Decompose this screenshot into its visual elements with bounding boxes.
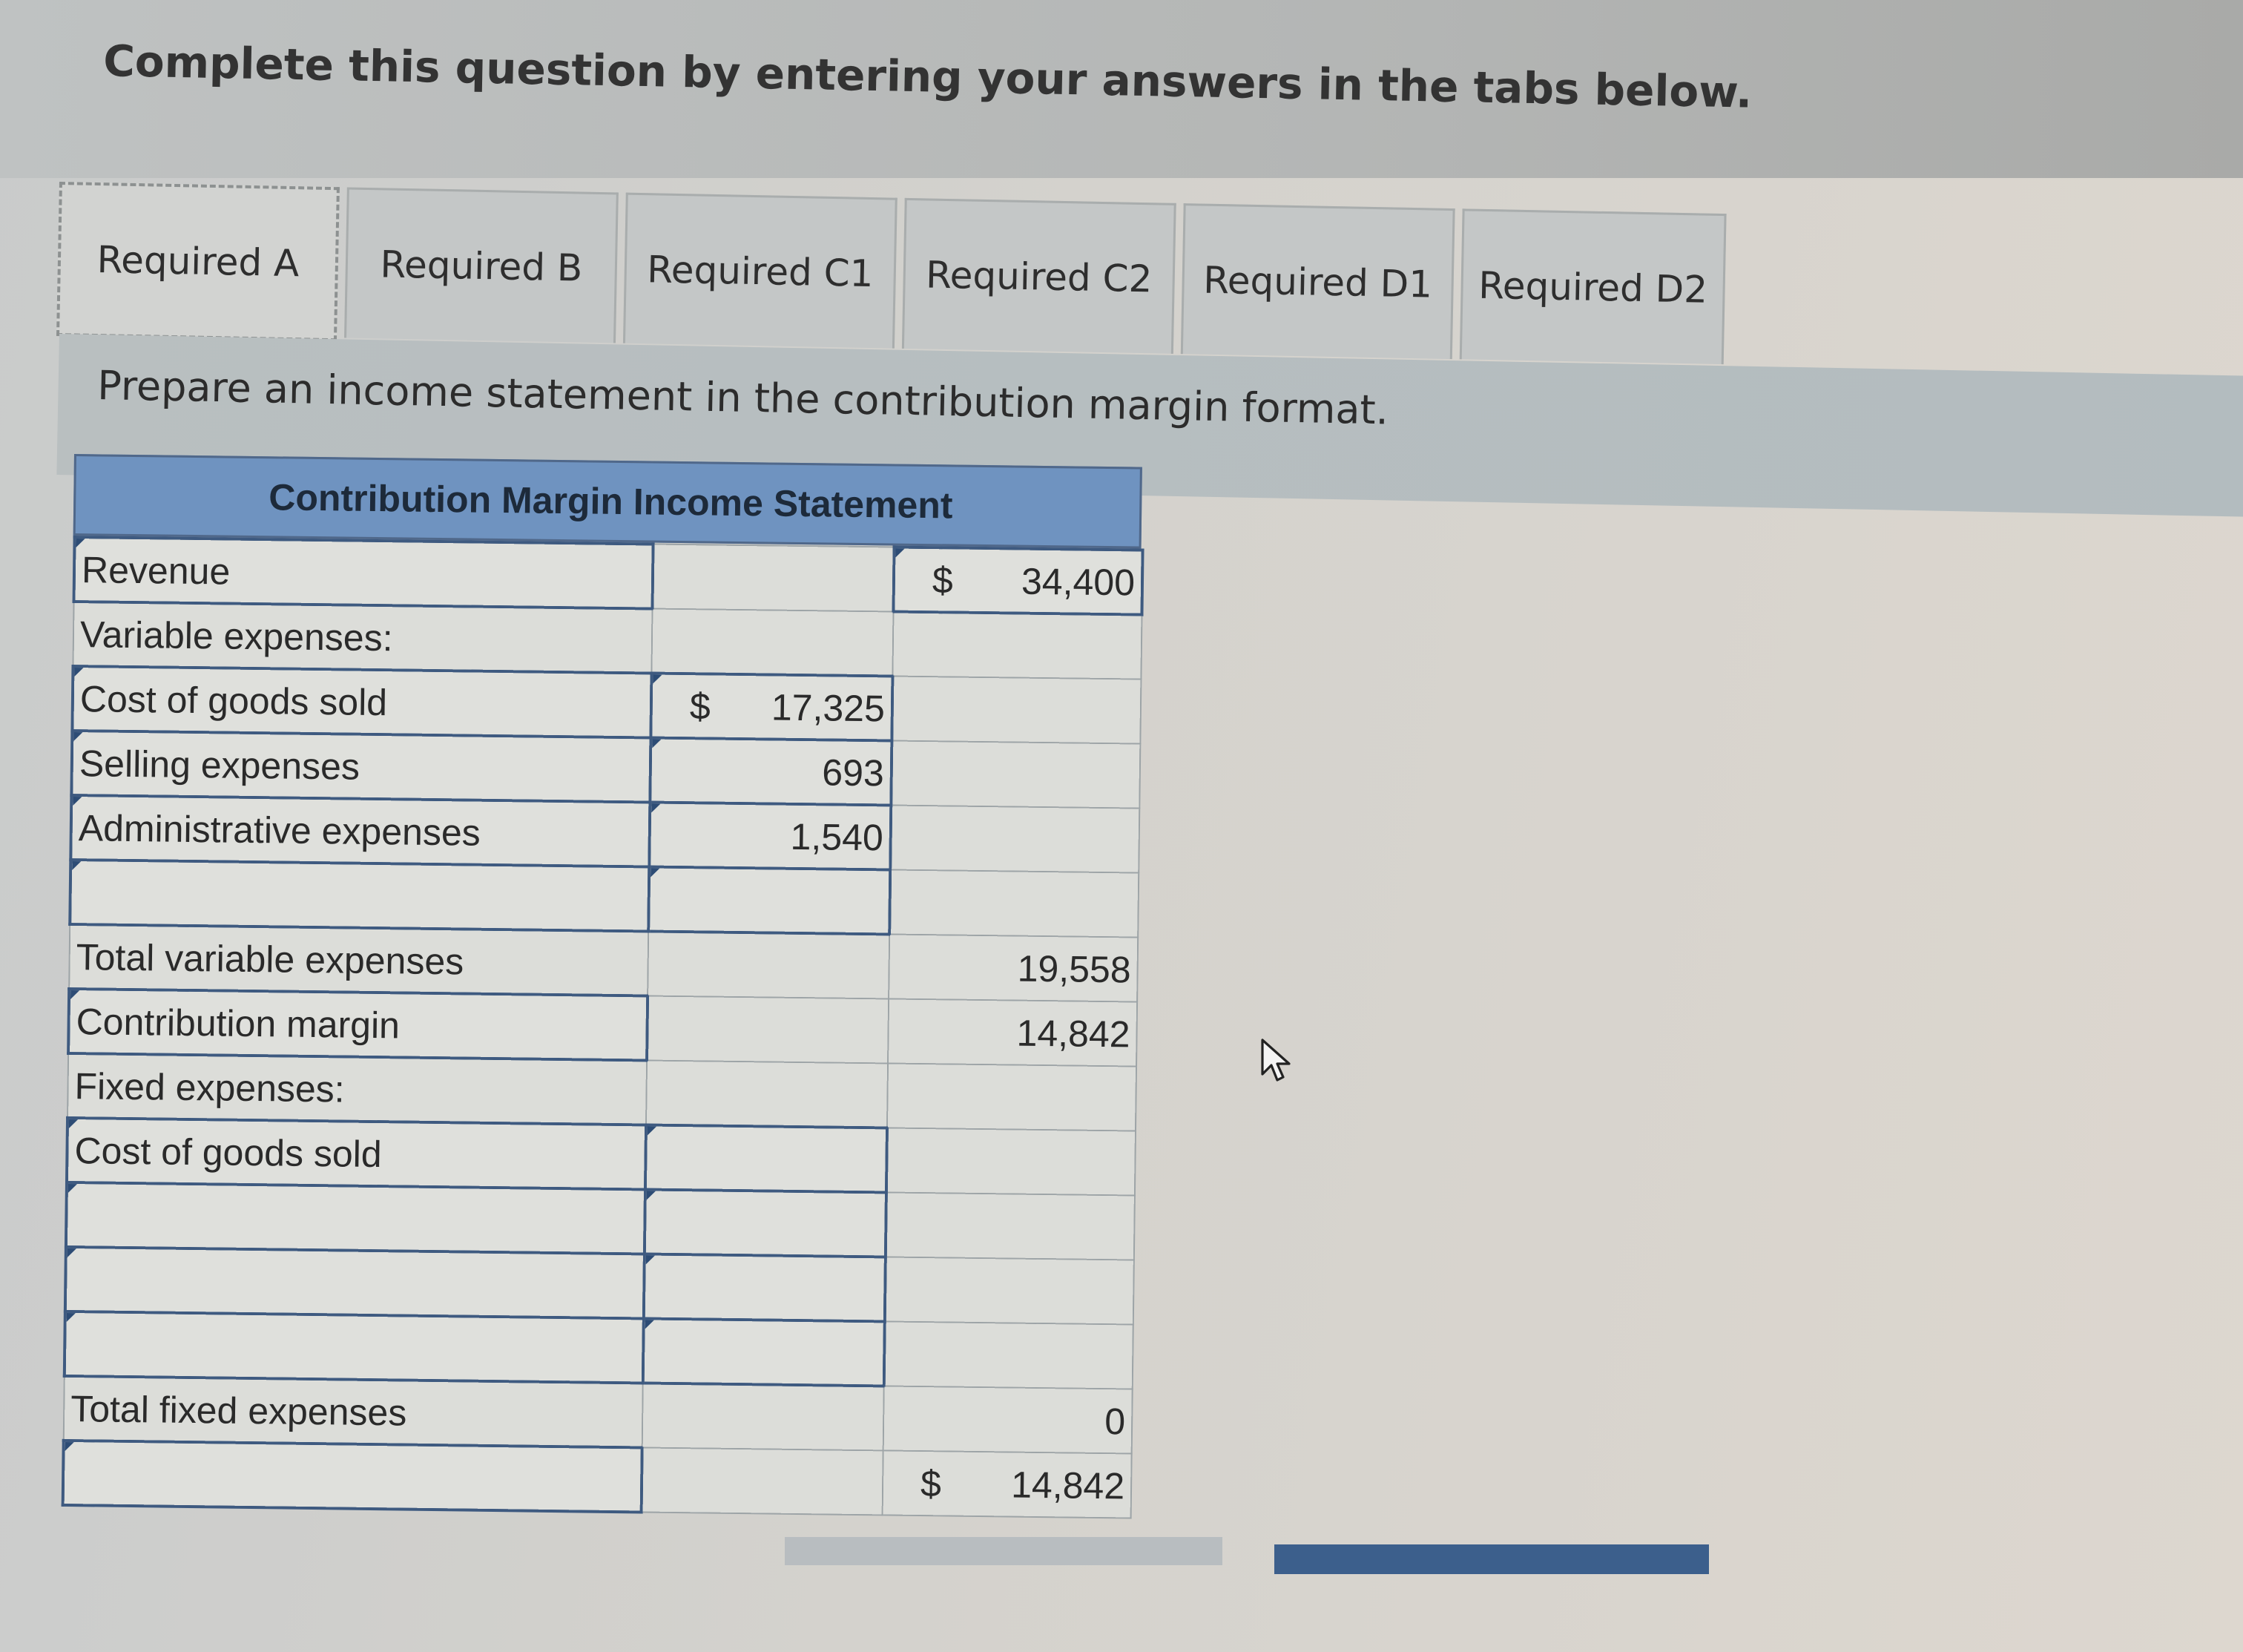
- amount-cell: [891, 740, 1141, 809]
- amount-cell: [647, 996, 889, 1064]
- mouse-pointer-icon: [1261, 1039, 1291, 1082]
- dollar-sign: $: [932, 559, 954, 601]
- amount-cell: [884, 1257, 1134, 1325]
- row-label: Variable expenses:: [73, 602, 653, 674]
- row-label: Total fixed expenses: [63, 1375, 643, 1448]
- amount-value: 17,325: [771, 686, 886, 729]
- amount-value: 14,842: [1010, 1464, 1125, 1507]
- amount-cell: [646, 1060, 889, 1128]
- amount-cell: [648, 931, 890, 999]
- amount-cell: [885, 1192, 1135, 1260]
- row-label-input[interactable]: Selling expenses: [71, 730, 651, 803]
- dollar-sign: $: [689, 685, 711, 728]
- row-label-input[interactable]: [62, 1440, 642, 1513]
- income-statement: Contribution Margin Income Statement Rev…: [62, 454, 1144, 1520]
- amount-input[interactable]: [644, 1189, 886, 1257]
- amount-cell: [892, 611, 1142, 679]
- tab-required-d2[interactable]: Required D2: [1459, 208, 1727, 365]
- amount-cell: [641, 1447, 883, 1516]
- table-row: $14,842: [62, 1440, 1132, 1518]
- amount-input[interactable]: $34,400: [893, 547, 1143, 615]
- row-label-input[interactable]: Contribution margin: [68, 988, 648, 1061]
- amount-cell: [642, 1383, 884, 1451]
- amount-cell: $14,842: [882, 1450, 1132, 1518]
- amount-input[interactable]: 1,540: [649, 802, 892, 870]
- amount-value: 34,400: [1021, 560, 1136, 603]
- row-label-input[interactable]: [65, 1182, 645, 1254]
- row-label-input[interactable]: Cost of goods sold: [67, 1117, 647, 1190]
- row-label-input[interactable]: Cost of goods sold: [72, 666, 652, 738]
- previous-button[interactable]: [785, 1537, 1222, 1565]
- dollar-sign: $: [920, 1462, 942, 1504]
- amount-input[interactable]: [643, 1254, 886, 1322]
- amount-cell: [886, 1063, 1137, 1131]
- tab-required-c1[interactable]: Required C1: [622, 192, 897, 349]
- tab-required-d1[interactable]: Required D1: [1180, 203, 1455, 360]
- row-label: Total variable expenses: [69, 924, 649, 996]
- row-label-input[interactable]: [64, 1311, 644, 1383]
- tab-required-a[interactable]: Required A: [56, 182, 340, 342]
- amount-cell: 19,558: [889, 934, 1139, 1002]
- page: Complete this question by entering your …: [0, 0, 2243, 1652]
- amount-cell: [886, 1128, 1136, 1196]
- statement-title: Contribution Margin Income Statement: [73, 454, 1142, 549]
- amount-cell: 14,842: [888, 998, 1138, 1067]
- row-label-input[interactable]: Administrative expenses: [70, 794, 650, 867]
- tab-required-c2[interactable]: Required C2: [901, 197, 1176, 354]
- amount-cell: [651, 608, 894, 677]
- amount-cell: 0: [883, 1386, 1133, 1454]
- amount-input[interactable]: 693: [650, 737, 892, 806]
- amount-cell: [889, 869, 1139, 938]
- next-button[interactable]: [1274, 1544, 1709, 1574]
- amount-cell: [892, 676, 1142, 744]
- amount-input[interactable]: [642, 1318, 885, 1386]
- row-label-input[interactable]: Revenue: [73, 537, 653, 609]
- row-label-input[interactable]: [70, 859, 650, 932]
- row-label: Fixed expenses:: [67, 1053, 648, 1125]
- amount-input[interactable]: [648, 866, 891, 935]
- amount-cell: [652, 544, 895, 612]
- amount-input[interactable]: [645, 1125, 887, 1193]
- row-label-input[interactable]: [65, 1246, 645, 1319]
- amount-cell: [890, 805, 1140, 873]
- amount-cell: [883, 1321, 1133, 1389]
- statement-table: Revenue $34,400 Variable expenses: Cost …: [62, 536, 1144, 1520]
- tab-required-b[interactable]: Required B: [344, 187, 619, 343]
- amount-input[interactable]: $17,325: [650, 673, 893, 741]
